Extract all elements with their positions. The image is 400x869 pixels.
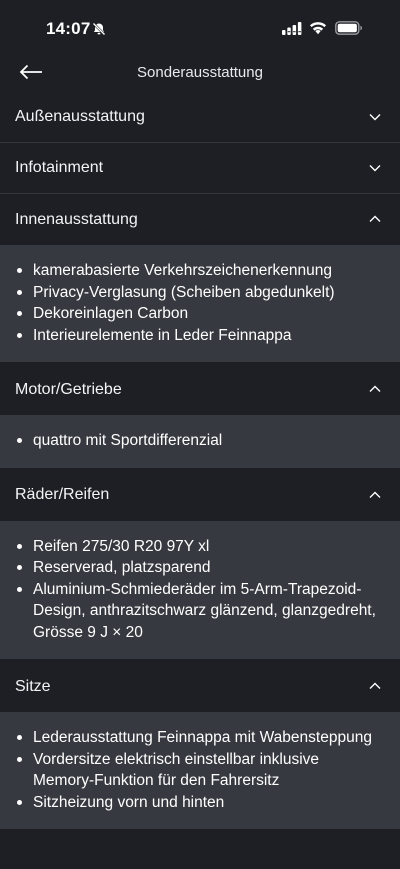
list-item: Dekoreinlagen Carbon [14,303,400,325]
list-item: quattro mit Sportdifferenzial [14,430,400,452]
bell-slash-icon [92,22,106,36]
section-title: Motor/Getriebe [15,380,122,398]
section-header-motor-getriebe[interactable]: Motor/Getriebe [0,364,400,415]
chevron-up-icon [369,682,381,689]
chevron-up-icon [369,385,381,392]
section-header-sitze[interactable]: Sitze [0,661,400,712]
list-item: Reifen 275/30 R20 97Y xl [14,536,400,558]
signal-icon [282,22,302,35]
status-bar: 14:07 [0,0,400,58]
section-header-infotainment[interactable]: Infotainment [0,143,400,194]
page-title: Sonderausstattung [137,64,263,81]
equipment-list: Außenausstattung Infotainment Innenausst… [0,92,400,831]
battery-icon [335,21,362,35]
status-time: 14:07 [46,19,91,38]
chevron-up-icon [369,215,381,222]
section-body-innenausstattung: kamerabasierte Verkehrszeichenerkennung … [0,245,400,362]
chevron-down-icon [369,165,381,172]
section-body-raeder-reifen: Reifen 275/30 R20 97Y xl Reserverad, pla… [0,520,400,659]
list-item: kamerabasierte Verkehrszeichenerkennung [14,260,400,282]
chevron-down-icon [369,114,381,121]
list-item: Vordersitze elektrisch einstellbar inklu… [14,749,400,792]
list-item: Sitzheizung vorn und hinten [14,792,400,814]
section-header-raeder-reifen[interactable]: Räder/Reifen [0,470,400,521]
section-header-aussenausstattung[interactable]: Außenausstattung [0,92,400,143]
section-title: Infotainment [15,159,104,176]
section-header-innenausstattung[interactable]: Innenausstattung [0,194,400,245]
wifi-icon [310,22,326,35]
chevron-up-icon [369,491,381,498]
list-item: Aluminium-Schmiederäder im 5-Arm-Trapezo… [14,579,400,644]
list-item: Interieurelemente in Leder Feinnappa [14,325,400,347]
nav-bar: Sonderausstattung [0,58,400,88]
list-item: Lederausstattung Feinnappa mit Wabenstep… [14,727,400,749]
section-title: Räder/Reifen [15,486,110,503]
list-item: Reserverad, platzsparend [14,557,400,579]
section-title: Sitze [15,677,51,695]
section-body-motor-getriebe: quattro mit Sportdifferenzial [0,415,400,468]
section-title: Außenausstattung [15,108,145,125]
section-body-sitze: Lederausstattung Feinnappa mit Wabenstep… [0,712,400,829]
section-title: Innenausstattung [15,210,138,228]
list-item: Privacy-Verglasung (Scheiben abgedunkelt… [14,282,400,304]
